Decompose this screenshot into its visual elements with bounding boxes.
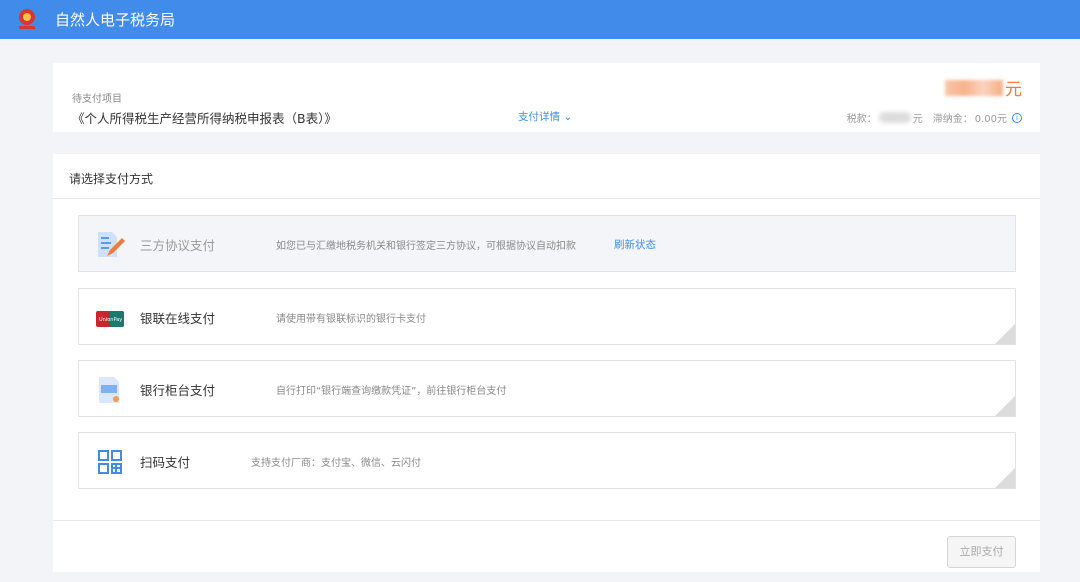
option-qr-code[interactable]: 扫码支付 支持支付厂商：支付宝、微信、云闪付	[78, 432, 1016, 489]
select-corner-check-icon	[995, 468, 1015, 488]
refresh-status-link[interactable]: 刷新状态	[614, 237, 656, 252]
option-tripartite-agreement[interactable]: 三方协议支付 如您已与汇缴地税务机关和银行签定三方协议，可根据协议自动扣款 刷新…	[78, 215, 1016, 272]
divider	[53, 198, 1040, 199]
divider	[53, 520, 1040, 521]
pending-item-label: 待支付项目	[72, 90, 122, 105]
select-corner-check-icon	[995, 324, 1015, 344]
chevron-down-icon: ⌄	[563, 111, 572, 123]
info-icon[interactable]: i	[1012, 113, 1022, 123]
payment-details-toggle[interactable]: 支付详情 ⌄	[518, 109, 572, 124]
payment-method-panel: 请选择支付方式 三方协议支付 如您已与汇缴地税务机关和银行签定三方协议，可根据协…	[53, 154, 1040, 572]
project-name: 《个人所得税生产经营所得纳税申报表（B表）》	[72, 108, 337, 127]
tax-unit: 元	[913, 110, 923, 125]
currency-unit: 元	[1005, 75, 1022, 100]
select-corner-check-icon	[995, 396, 1015, 416]
document-edit-icon	[95, 230, 125, 260]
redacted-amount	[945, 80, 1003, 96]
top-bar: 自然人电子税务局	[0, 0, 1080, 39]
option-desc: 请使用带有银联标识的银行卡支付	[276, 310, 426, 325]
total-amount: 元	[945, 75, 1022, 100]
qr-code-icon	[95, 447, 125, 477]
late-fee-value: 0.00元	[975, 110, 1007, 125]
option-name: 银联在线支付	[140, 308, 215, 327]
late-fee-label: 滞纳金：	[933, 110, 973, 125]
tax-emblem-logo	[14, 7, 40, 33]
option-name: 银行柜台支付	[140, 380, 215, 399]
pay-now-button[interactable]: 立即支付	[947, 536, 1016, 568]
option-desc: 支持支付厂商：支付宝、微信、云闪付	[251, 454, 421, 469]
payment-summary: 待支付项目 《个人所得税生产经营所得纳税申报表（B表）》 支付详情 ⌄ 元 税款…	[53, 63, 1040, 132]
panel-title: 请选择支付方式	[69, 170, 153, 187]
unionpay-icon: UnionPay	[95, 303, 125, 333]
redacted-tax	[879, 112, 911, 123]
payment-details-label: 支付详情	[518, 111, 560, 123]
option-name: 扫码支付	[140, 452, 190, 471]
tax-label: 税款：	[847, 110, 877, 125]
voucher-document-icon	[95, 375, 125, 405]
app-title: 自然人电子税务局	[55, 9, 175, 30]
option-desc: 如您已与汇缴地税务机关和银行签定三方协议，可根据协议自动扣款	[276, 237, 576, 252]
amount-breakdown: 税款： 元 滞纳金： 0.00元 i	[847, 110, 1022, 125]
svg-text:UnionPay: UnionPay	[99, 317, 122, 323]
option-desc: 自行打印“银行端查询缴款凭证”，前往银行柜台支付	[276, 382, 506, 397]
option-name: 三方协议支付	[140, 235, 215, 254]
option-bank-counter[interactable]: 银行柜台支付 自行打印“银行端查询缴款凭证”，前往银行柜台支付	[78, 360, 1016, 417]
option-unionpay-online[interactable]: UnionPay 银联在线支付 请使用带有银联标识的银行卡支付	[78, 288, 1016, 345]
